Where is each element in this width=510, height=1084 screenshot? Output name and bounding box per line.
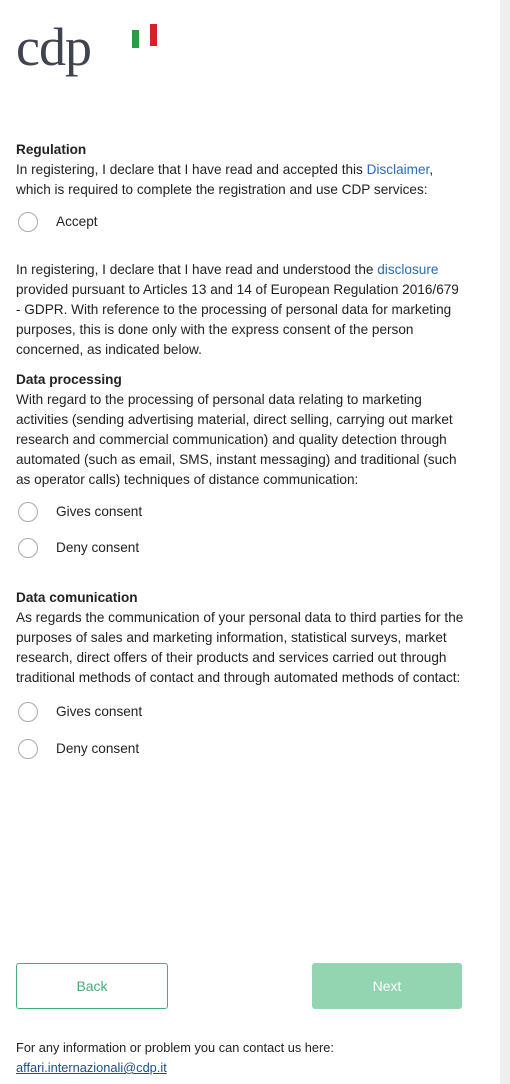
data-processing-title: Data processing — [16, 372, 122, 387]
data-communication-text: As regards the communication of your per… — [16, 610, 464, 685]
regulation-text-before: In registering, I declare that I have re… — [16, 162, 367, 177]
registration-card: cdp Regulation In registering, I declare… — [0, 0, 500, 1084]
cdp-logo: cdp — [16, 17, 92, 77]
gdpr-text-before: In registering, I declare that I have re… — [16, 262, 378, 277]
communication-gives-consent-radio[interactable] — [18, 702, 38, 722]
form-buttons: Back Next — [16, 963, 462, 1009]
logo-text: cdp — [16, 17, 92, 77]
accept-radio[interactable] — [18, 212, 38, 232]
processing-gives-consent-option[interactable]: Gives consent — [16, 502, 464, 522]
contact-footer: For any information or problem you can c… — [16, 1038, 476, 1078]
communication-deny-consent-radio[interactable] — [18, 739, 38, 759]
gdpr-text-after: provided pursuant to Articles 13 and 14 … — [16, 282, 459, 357]
consent-form: Regulation In registering, I declare tha… — [16, 140, 464, 759]
processing-gives-consent-label: Gives consent — [56, 504, 143, 519]
data-communication-title: Data comunication — [16, 590, 138, 605]
regulation-title: Regulation — [16, 142, 87, 157]
contact-text: For any information or problem you can c… — [16, 1040, 334, 1055]
disclosure-link[interactable]: disclosure — [377, 262, 438, 277]
disclaimer-link[interactable]: Disclaimer — [367, 162, 430, 177]
processing-deny-consent-label: Deny consent — [56, 540, 140, 555]
contact-email-link[interactable]: affari.internazionali@cdp.it — [16, 1060, 167, 1075]
next-button[interactable]: Next — [312, 963, 462, 1009]
communication-gives-consent-option[interactable]: Gives consent — [16, 702, 464, 722]
data-processing-text: With regard to the processing of persona… — [16, 392, 457, 487]
gdpr-text: In registering, I declare that I have re… — [16, 260, 464, 360]
processing-deny-consent-radio[interactable] — [18, 538, 38, 558]
flag-green-bar — [132, 30, 139, 48]
processing-deny-consent-option[interactable]: Deny consent — [16, 538, 464, 558]
back-button[interactable]: Back — [16, 963, 168, 1009]
regulation-text: In registering, I declare that I have re… — [16, 160, 464, 200]
accept-option[interactable]: Accept — [16, 212, 464, 232]
communication-gives-consent-label: Gives consent — [56, 704, 143, 719]
communication-deny-consent-label: Deny consent — [56, 741, 140, 756]
processing-gives-consent-radio[interactable] — [18, 502, 38, 522]
flag-red-bar — [150, 24, 157, 46]
accept-label: Accept — [56, 214, 98, 229]
communication-deny-consent-option[interactable]: Deny consent — [16, 739, 464, 759]
